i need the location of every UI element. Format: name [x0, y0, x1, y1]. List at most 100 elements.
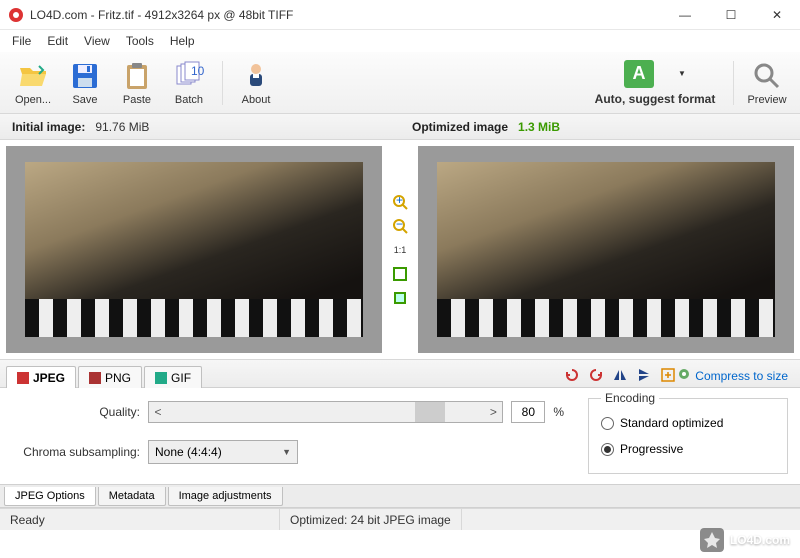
quality-percent: %: [553, 405, 564, 419]
watermark-icon: [700, 528, 724, 552]
open-label: Open...: [15, 94, 51, 106]
tab-jpeg[interactable]: JPEG: [6, 366, 76, 388]
encoding-progressive-label: Progressive: [620, 442, 683, 456]
svg-text:101: 101: [191, 64, 205, 78]
resize-button[interactable]: [659, 366, 677, 384]
batch-icon: 101: [173, 60, 205, 92]
toolbar-separator: [733, 61, 734, 105]
compress-to-size-link[interactable]: Compress to size: [677, 367, 794, 387]
optimized-image: [437, 162, 775, 338]
batch-label: Batch: [175, 94, 203, 106]
watermark-brand: LO4D: [730, 533, 762, 547]
svg-text:+: +: [396, 194, 403, 207]
status-optimized: Optimized: 24 bit JPEG image: [280, 509, 462, 530]
chroma-value: None (4:4:4): [155, 445, 222, 459]
chroma-label: Chroma subsampling:: [12, 445, 140, 459]
tab-gif[interactable]: GIF: [144, 366, 202, 388]
menubar: File Edit View Tools Help: [0, 30, 800, 52]
tab-png-label: PNG: [105, 371, 131, 385]
jpeg-options-panel: Quality: < > 80 % Chroma subsampling: No…: [0, 388, 800, 484]
fit-window-button[interactable]: [391, 265, 409, 283]
menu-help[interactable]: Help: [162, 32, 203, 50]
about-button[interactable]: About: [231, 56, 281, 110]
radio-icon: [601, 417, 614, 430]
watermark: LO4D.com: [700, 528, 790, 552]
bottom-tabs: JPEG Options Metadata Image adjustments: [0, 484, 800, 508]
encoding-progressive-radio[interactable]: Progressive: [601, 439, 775, 459]
optimized-image-label: Optimized image: [412, 120, 508, 134]
fullscreen-button[interactable]: [391, 289, 409, 307]
slider-left-arrow[interactable]: <: [149, 405, 167, 419]
clipboard-icon: [121, 60, 153, 92]
close-button[interactable]: ✕: [754, 0, 800, 30]
quality-slider[interactable]: < >: [148, 401, 503, 423]
menu-file[interactable]: File: [4, 32, 39, 50]
encoding-fieldset: Encoding Standard optimized Progressive: [588, 398, 788, 474]
about-icon: [240, 60, 272, 92]
open-button[interactable]: Open...: [8, 56, 58, 110]
auto-label: Auto, suggest format: [595, 92, 716, 106]
svg-text:−: −: [396, 218, 403, 231]
floppy-icon: [69, 60, 101, 92]
viewer-tools: + − 1:1: [388, 140, 412, 359]
initial-image-size: 91.76 MiB: [95, 120, 149, 134]
menu-view[interactable]: View: [76, 32, 118, 50]
toolbar-separator: [222, 61, 223, 105]
tab-gif-label: GIF: [171, 371, 191, 385]
paste-button[interactable]: Paste: [112, 56, 162, 110]
preview-button[interactable]: Preview: [742, 56, 792, 110]
maximize-button[interactable]: ☐: [708, 0, 754, 30]
flip-vertical-button[interactable]: [635, 366, 653, 384]
encoding-standard-label: Standard optimized: [620, 416, 723, 430]
tab-jpeg-label: JPEG: [33, 371, 65, 385]
encoding-legend: Encoding: [601, 391, 659, 405]
zoom-out-button[interactable]: −: [391, 217, 409, 235]
quality-value-input[interactable]: 80: [511, 401, 545, 423]
slider-right-arrow[interactable]: >: [484, 405, 502, 419]
flip-horizontal-button[interactable]: [611, 366, 629, 384]
gear-icon: [677, 367, 691, 384]
format-tabs: JPEG PNG GIF Compress to size: [0, 360, 800, 388]
chroma-select[interactable]: None (4:4:4) ▼: [148, 440, 298, 464]
magnifier-icon: [751, 60, 783, 92]
radio-selected-icon: [601, 443, 614, 456]
tab-metadata[interactable]: Metadata: [98, 487, 166, 506]
initial-image-label: Initial image:: [12, 120, 85, 134]
menu-edit[interactable]: Edit: [39, 32, 76, 50]
zoom-in-button[interactable]: +: [391, 193, 409, 211]
batch-button[interactable]: 101 Batch: [164, 56, 214, 110]
quality-label: Quality:: [12, 405, 140, 419]
gif-icon: [155, 372, 167, 384]
menu-tools[interactable]: Tools: [118, 32, 162, 50]
initial-image: [25, 162, 363, 338]
app-icon: [8, 7, 24, 23]
optimized-image-size: 1.3 MiB: [518, 120, 560, 134]
folder-open-icon: [17, 60, 49, 92]
statusbar: Ready Optimized: 24 bit JPEG image: [0, 508, 800, 530]
auto-suggest-button[interactable]: A ▼ Auto, suggest format: [585, 60, 725, 106]
jpeg-icon: [17, 372, 29, 384]
format-actions: [563, 366, 677, 387]
rotate-cw-button[interactable]: [587, 366, 605, 384]
initial-image-pane[interactable]: [6, 146, 382, 353]
tab-image-adjustments[interactable]: Image adjustments: [168, 487, 283, 506]
tab-jpeg-options[interactable]: JPEG Options: [4, 487, 96, 506]
auto-a-icon: A: [624, 60, 654, 88]
tab-png[interactable]: PNG: [78, 366, 142, 388]
slider-thumb[interactable]: [415, 402, 445, 422]
preview-label: Preview: [747, 94, 786, 106]
minimize-button[interactable]: —: [662, 0, 708, 30]
image-viewer: + − 1:1: [0, 140, 800, 360]
paste-label: Paste: [123, 94, 151, 106]
chevron-down-icon: ▼: [282, 447, 291, 457]
info-bar: Initial image: 91.76 MiB Optimized image…: [0, 114, 800, 140]
save-label: Save: [72, 94, 97, 106]
zoom-1to1-button[interactable]: 1:1: [391, 241, 409, 259]
status-ready: Ready: [0, 509, 280, 530]
rotate-ccw-button[interactable]: [563, 366, 581, 384]
save-button[interactable]: Save: [60, 56, 110, 110]
about-label: About: [242, 94, 271, 106]
encoding-standard-radio[interactable]: Standard optimized: [601, 413, 775, 433]
chevron-down-icon[interactable]: ▼: [678, 69, 686, 78]
optimized-image-pane[interactable]: [418, 146, 794, 353]
